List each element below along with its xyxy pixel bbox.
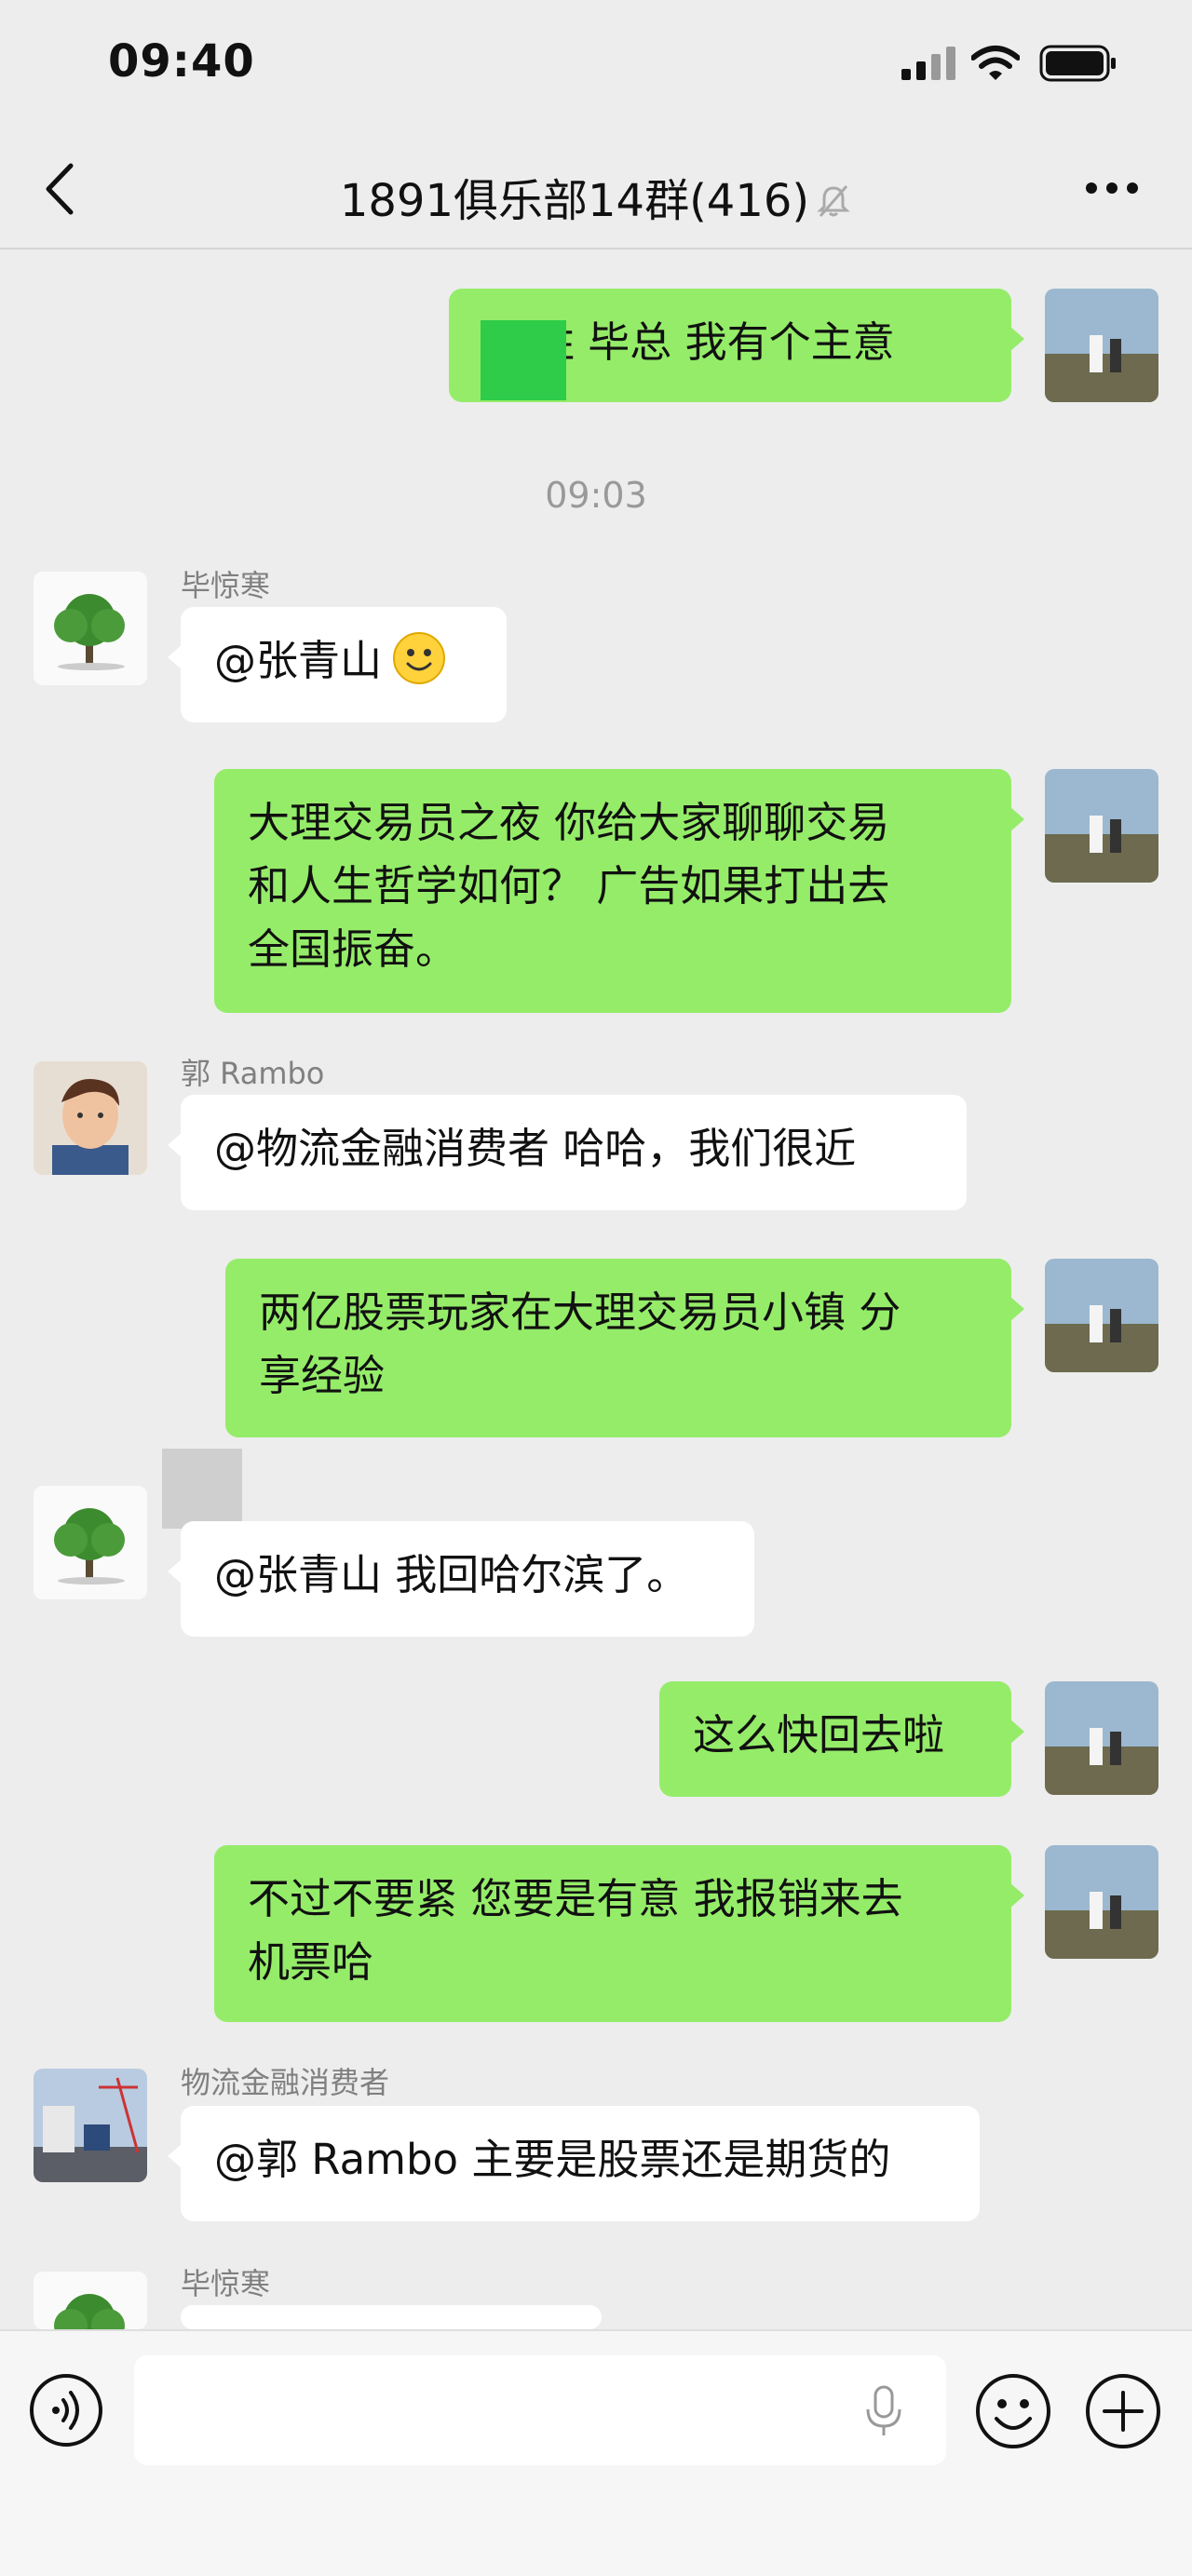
pixelated-area: [162, 1449, 242, 1529]
message-bubble[interactable]: 这么快回去啦: [659, 1681, 1024, 1797]
sender-avatar[interactable]: [34, 572, 147, 685]
emoji-icon[interactable]: [974, 2372, 1052, 2450]
voice-icon[interactable]: [28, 2372, 104, 2448]
message-text: @张青山: [214, 636, 383, 685]
message-bubble[interactable]: @郭 Rambo 主要是股票还是期货的: [168, 2106, 980, 2221]
redaction-mark: [481, 320, 566, 400]
chat-title[interactable]: 1891俱乐部14群(416): [340, 175, 809, 227]
smile-emoji-icon: [393, 632, 446, 684]
sender-avatar[interactable]: [34, 1486, 147, 1599]
message-input[interactable]: [134, 2355, 946, 2465]
more-icon[interactable]: [1084, 177, 1140, 199]
message-bubble[interactable]: @张青山 我回哈尔滨了。: [168, 1521, 754, 1637]
sender-name: 物流金融消费者: [181, 2065, 390, 2100]
message-bubble[interactable]: [168, 2305, 602, 2368]
sender-name: 郭 Rambo: [181, 1056, 325, 1091]
message-bubble[interactable]: 大理交易员之夜 你给大家聊聊交易 和人生哲学如何？ 广告如果打出去 全国振奋。: [214, 769, 1024, 1013]
time-divider: 09:03: [545, 475, 647, 516]
sender-name: 毕惊寒: [181, 2266, 271, 2301]
chat-header: 1891俱乐部14群(416): [0, 130, 1192, 250]
signal-icon: [901, 47, 955, 80]
status-time: 09:40: [108, 35, 255, 88]
my-avatar[interactable]: [1045, 1681, 1158, 1795]
sender-avatar[interactable]: [34, 2069, 147, 2182]
status-bar: 09:40: [0, 0, 1192, 130]
my-avatar[interactable]: [1045, 1845, 1158, 1959]
mute-icon: [817, 185, 850, 217]
my-avatar[interactable]: [1045, 1259, 1158, 1372]
sender-avatar[interactable]: [34, 2272, 147, 2329]
sender-avatar[interactable]: [34, 1061, 147, 1175]
input-bar: [0, 2329, 1192, 2576]
mic-icon[interactable]: [860, 2385, 907, 2437]
message-bubble[interactable]: 两亿股票玩家在大理交易员小镇 分 享经验: [225, 1259, 1024, 1437]
sender-name: 毕惊寒: [181, 568, 271, 603]
message-bubble[interactable]: 不过不要紧 您要是有意 我报销来去 机票哈: [214, 1845, 1024, 2022]
plus-icon[interactable]: [1084, 2372, 1162, 2450]
battery-icon: [1039, 45, 1116, 82]
my-avatar[interactable]: [1045, 769, 1158, 883]
message-bubble[interactable]: @物流金融消费者 哈哈，我们很近: [168, 1095, 967, 1210]
my-avatar[interactable]: [1045, 289, 1158, 402]
message-bubble[interactable]: @张青山: [168, 607, 507, 722]
wifi-icon: [971, 46, 1020, 80]
